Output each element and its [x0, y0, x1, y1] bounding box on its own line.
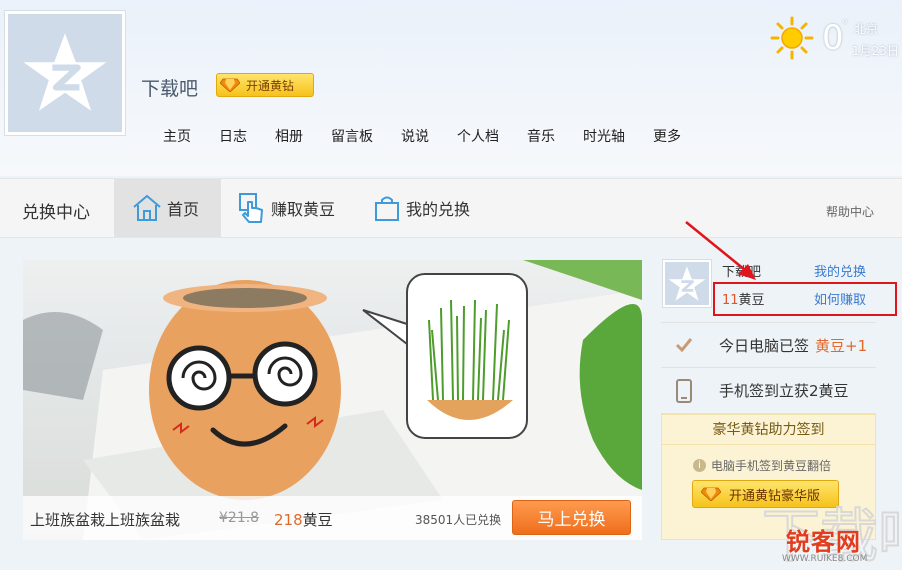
profile-header: 下载吧 开通黄钻 主页 日志 相册 留言板 说说 个人档 音乐 时光轴 更多 0… — [0, 0, 902, 176]
help-center-link[interactable]: 帮助中心 — [826, 203, 874, 220]
qzone-logo-icon — [8, 14, 122, 132]
diamond-icon — [220, 78, 240, 92]
nav-item-blog[interactable]: 日志 — [219, 126, 247, 146]
pc-signed-text: 今日电脑已签 — [719, 336, 810, 355]
weather-temperature: 0 — [822, 18, 844, 58]
nav-item-shuoshuo[interactable]: 说说 — [401, 126, 429, 146]
nav-item-timeline[interactable]: 时光轴 — [583, 126, 625, 146]
hand-tap-icon — [239, 193, 263, 223]
annotation-arrow-icon — [685, 221, 756, 280]
weather-degree: ° — [842, 18, 848, 32]
my-exchange-link[interactable]: 我的兑换 — [814, 261, 866, 280]
nav-item-music[interactable]: 音乐 — [527, 126, 555, 146]
banner-caption: 上班族盆栽上班族盆栽 ¥21.8 218黄豆 38501人已兑换 马上兑换 — [23, 496, 642, 540]
product-title[interactable]: 上班族盆栽上班族盆栽 — [30, 509, 180, 530]
profile-username[interactable]: 下载吧 — [141, 74, 198, 101]
house-icon — [133, 194, 161, 221]
tab-home-label: 首页 — [167, 200, 200, 219]
mobile-signin-text: 手机签到立获2黄豆 — [719, 382, 849, 400]
profile-avatar[interactable] — [4, 10, 126, 136]
nav-item-album[interactable]: 相册 — [275, 126, 303, 146]
watermark-text: 锐客网 — [786, 528, 861, 556]
phone-icon — [667, 378, 701, 403]
vip-box-title: 豪华黄钻助力签到 — [662, 415, 875, 445]
checkmark-icon — [667, 337, 701, 353]
bean-price: 218黄豆 — [274, 509, 333, 530]
diamond-icon — [701, 487, 721, 501]
pc-signin-row: 今日电脑已签 黄豆+1 — [661, 322, 876, 368]
tab-home[interactable]: 首页 — [114, 179, 221, 237]
open-yellow-diamond-button[interactable]: 开通黄钻 — [216, 73, 314, 97]
exchange-count: 38501人已兑换 — [415, 513, 502, 527]
mobile-signin-row[interactable]: 手机签到立获2黄豆 — [661, 368, 876, 414]
tab-earn-beans[interactable]: 赚取黄豆 — [238, 179, 335, 237]
info-icon: i — [693, 459, 706, 472]
sun-icon — [770, 16, 814, 60]
exchange-subnav: 兑换中心 首页 赚取黄豆 我的兑换 帮助中心 — [0, 178, 902, 238]
bean-price-unit: 黄豆 — [302, 511, 333, 529]
watermark-url: WWW.RUIKE8.COM — [782, 554, 868, 564]
bean-price-value: 218 — [274, 511, 303, 529]
pc-signed-bonus: 黄豆+1 — [815, 336, 868, 355]
vip-note-text: 电脑手机签到黄豆翻倍 — [711, 459, 832, 473]
shopping-bag-icon — [375, 196, 399, 221]
annotation-highlight-box — [713, 282, 897, 316]
weather-widget[interactable]: 0 ° 北京 1月23日 — [770, 16, 902, 66]
vip-note: i 电脑手机签到黄豆翻倍 — [693, 457, 831, 474]
nav-item-guestbook[interactable]: 留言板 — [331, 126, 373, 146]
nav-item-profile[interactable]: 个人档 — [457, 126, 499, 146]
nav-item-home[interactable]: 主页 — [163, 126, 191, 146]
weather-city: 北京 — [854, 22, 879, 36]
original-price: ¥21.8 — [219, 510, 260, 526]
profile-nav: 主页 日志 相册 留言板 说说 个人档 音乐 时光轴 更多 — [163, 126, 709, 146]
product-banner[interactable]: 上班族盆栽上班族盆栽 ¥21.8 218黄豆 38501人已兑换 马上兑换 — [23, 260, 642, 540]
site-watermark: 下载吧 锐客网 WWW.RUIKE8.COM — [762, 498, 902, 570]
exchange-center-title: 兑换中心 — [22, 203, 90, 223]
tab-my-exchange[interactable]: 我的兑换 — [373, 179, 470, 237]
weather-date: 1月23日 — [852, 44, 899, 58]
tab-my-exchange-label: 我的兑换 — [406, 200, 471, 219]
tab-earn-label: 赚取黄豆 — [271, 200, 336, 219]
exchange-now-button[interactable]: 马上兑换 — [512, 500, 631, 535]
nav-item-more[interactable]: 更多 — [653, 126, 681, 146]
vip-button-label: 开通黄钻 — [246, 78, 295, 93]
